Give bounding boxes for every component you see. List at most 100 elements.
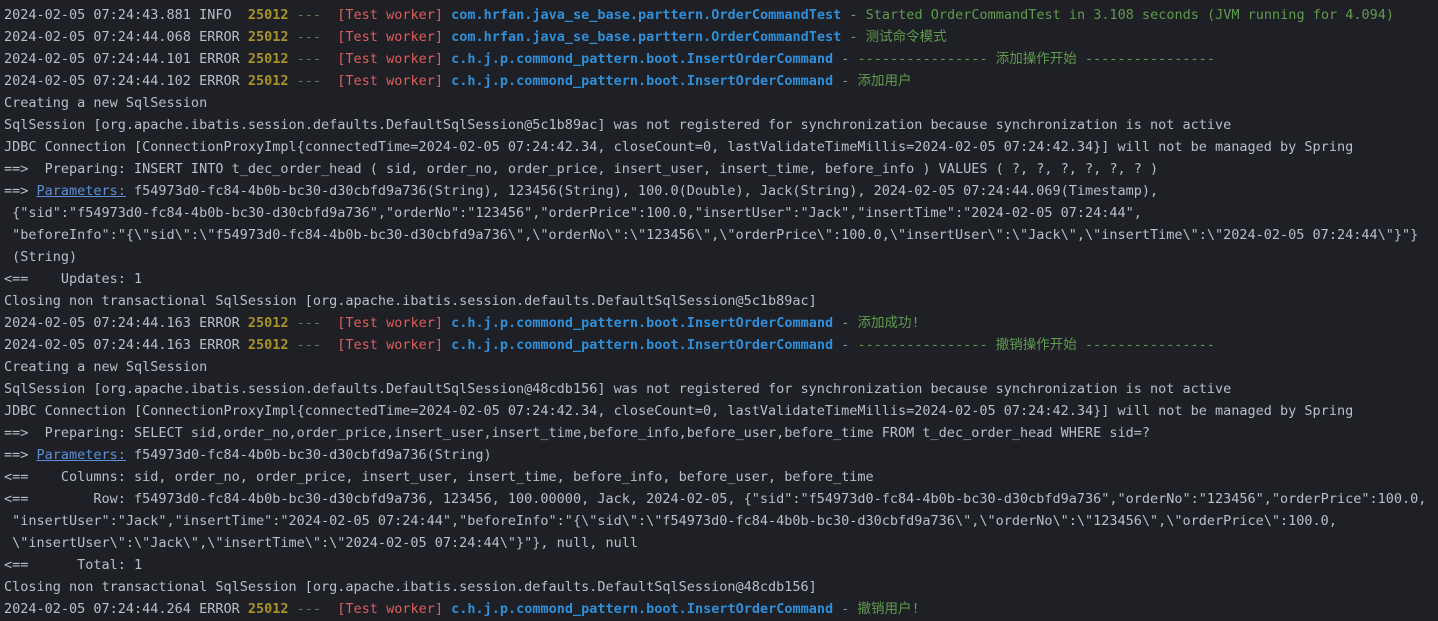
log-level: ERROR [199,29,240,45]
log-dashes: --- [296,7,322,23]
console-line: 2024-02-05 07:24:44.102 ERROR 25012 --- … [4,70,1438,92]
sql-line-prefix: ==> [4,447,37,463]
log-message: 测试命令模式 [865,29,947,45]
console-line: JDBC Connection [ConnectionProxyImpl{con… [4,400,1438,422]
plain-text-line: ==> Preparing: INSERT INTO t_dec_order_h… [4,161,1159,177]
plain-text-line: Creating a new SqlSession [4,359,208,375]
plain-text-line: Creating a new SqlSession [4,95,208,111]
log-level: ERROR [199,315,240,331]
log-timestamp: 2024-02-05 07:24:44.068 [4,29,191,45]
console-line: 2024-02-05 07:24:43.881 INFO 25012 --- [… [4,4,1438,26]
console-line: "insertUser":"Jack","insertTime":"2024-0… [4,510,1438,532]
log-message: 添加成功! [857,315,920,331]
console-log-output[interactable]: 2024-02-05 07:24:43.881 INFO 25012 --- [… [0,0,1438,620]
log-message: Started OrderCommandTest in 3.108 second… [865,7,1394,23]
log-thread: [Test worker] [337,73,443,89]
console-line: \"insertUser\":\"Jack\",\"insertTime\":\… [4,532,1438,554]
log-message: 添加用户 [857,73,912,89]
plain-text-line: Closing non transactional SqlSession [or… [4,579,817,595]
plain-text-line: <== Row: f54973d0-fc84-4b0b-bc30-d30cbfd… [4,491,1427,507]
log-timestamp: 2024-02-05 07:24:44.101 [4,51,191,67]
console-line: SqlSession [org.apache.ibatis.session.de… [4,114,1438,136]
plain-text-line: JDBC Connection [ConnectionProxyImpl{con… [4,139,1354,155]
console-line: 2024-02-05 07:24:44.163 ERROR 25012 --- … [4,334,1438,356]
log-pid: 25012 [247,73,289,89]
log-pid: 25012 [247,315,289,331]
log-logger-name: com.hrfan.java_se_base.parttern.OrderCom… [451,29,842,45]
plain-text-line: <== Updates: 1 [4,271,143,287]
sql-line-prefix: ==> [4,183,37,199]
console-line: SqlSession [org.apache.ibatis.session.de… [4,378,1438,400]
log-pid: 25012 [247,29,289,45]
log-thread: [Test worker] [337,29,443,45]
log-logger-name: c.h.j.p.commond_pattern.boot.InsertOrder… [451,73,834,89]
log-logger-name: com.hrfan.java_se_base.parttern.OrderCom… [451,7,842,23]
console-line: 2024-02-05 07:24:44.264 ERROR 25012 --- … [4,598,1438,620]
log-logger-name: c.h.j.p.commond_pattern.boot.InsertOrder… [451,601,834,617]
console-line: "beforeInfo":"{\"sid\":\"f54973d0-fc84-4… [4,224,1438,246]
console-line: {"sid":"f54973d0-fc84-4b0b-bc30-d30cbfd9… [4,202,1438,224]
plain-text-line: "insertUser":"Jack","insertTime":"2024-0… [4,513,1337,529]
plain-text-line: {"sid":"f54973d0-fc84-4b0b-bc30-d30cbfd9… [4,205,1142,221]
console-line: 2024-02-05 07:24:44.068 ERROR 25012 --- … [4,26,1438,48]
log-level: ERROR [199,337,240,353]
log-separator: - [841,315,850,331]
plain-text-line: JDBC Connection [ConnectionProxyImpl{con… [4,403,1354,419]
log-timestamp: 2024-02-05 07:24:44.163 [4,315,191,331]
plain-text-line: "beforeInfo":"{\"sid\":\"f54973d0-fc84-4… [4,227,1419,243]
log-logger-name: c.h.j.p.commond_pattern.boot.InsertOrder… [451,51,834,67]
plain-text-line: <== Total: 1 [4,557,143,573]
log-separator: - [841,601,850,617]
log-message: ---------------- 撤销操作开始 ---------------- [857,337,1215,353]
console-line: 2024-02-05 07:24:44.163 ERROR 25012 --- … [4,312,1438,334]
log-pid: 25012 [247,7,289,23]
console-line: <== Row: f54973d0-fc84-4b0b-bc30-d30cbfd… [4,488,1438,510]
log-message: ---------------- 添加操作开始 ---------------- [857,51,1215,67]
log-logger-name: c.h.j.p.commond_pattern.boot.InsertOrder… [451,337,834,353]
log-separator: - [841,73,850,89]
log-dashes: --- [296,337,322,353]
log-level: ERROR [199,73,240,89]
log-timestamp: 2024-02-05 07:24:44.102 [4,73,191,89]
log-separator: - [849,29,858,45]
log-thread: [Test worker] [337,601,443,617]
console-line: Closing non transactional SqlSession [or… [4,576,1438,598]
log-thread: [Test worker] [337,51,443,67]
log-timestamp: 2024-02-05 07:24:43.881 [4,7,191,23]
console-line: <== Columns: sid, order_no, order_price,… [4,466,1438,488]
console-line: ==> Preparing: SELECT sid,order_no,order… [4,422,1438,444]
plain-text-line: (String) [4,249,78,265]
log-level: ERROR [199,601,240,617]
log-dashes: --- [296,51,322,67]
plain-text-line: \"insertUser\":\"Jack\",\"insertTime\":\… [4,535,638,551]
log-thread: [Test worker] [337,7,443,23]
plain-text-line: <== Columns: sid, order_no, order_price,… [4,469,874,485]
console-line: Closing non transactional SqlSession [or… [4,290,1438,312]
log-separator: - [841,337,850,353]
log-thread: [Test worker] [337,337,443,353]
console-line: ==> Parameters: f54973d0-fc84-4b0b-bc30-… [4,180,1438,202]
log-level: ERROR [199,51,240,67]
console-line: Creating a new SqlSession [4,92,1438,114]
console-line: ==> Parameters: f54973d0-fc84-4b0b-bc30-… [4,444,1438,466]
parameters-link[interactable]: Parameters: [37,183,126,199]
log-pid: 25012 [247,337,289,353]
console-line: Creating a new SqlSession [4,356,1438,378]
log-message: 撤销用户! [857,601,920,617]
console-line: <== Total: 1 [4,554,1438,576]
log-pid: 25012 [247,51,289,67]
log-dashes: --- [296,601,322,617]
log-thread: [Test worker] [337,315,443,331]
console-line: 2024-02-05 07:24:44.101 ERROR 25012 --- … [4,48,1438,70]
plain-text-line: ==> Preparing: SELECT sid,order_no,order… [4,425,1151,441]
console-line: (String) [4,246,1438,268]
log-level: INFO [199,7,240,23]
log-timestamp: 2024-02-05 07:24:44.163 [4,337,191,353]
log-logger-name: c.h.j.p.commond_pattern.boot.InsertOrder… [451,315,834,331]
log-dashes: --- [296,73,322,89]
log-separator: - [841,51,850,67]
plain-text-line: Closing non transactional SqlSession [or… [4,293,817,309]
sql-line-values: f54973d0-fc84-4b0b-bc30-d30cbfd9a736(Str… [125,447,492,463]
console-line: <== Updates: 1 [4,268,1438,290]
parameters-link[interactable]: Parameters: [37,447,126,463]
